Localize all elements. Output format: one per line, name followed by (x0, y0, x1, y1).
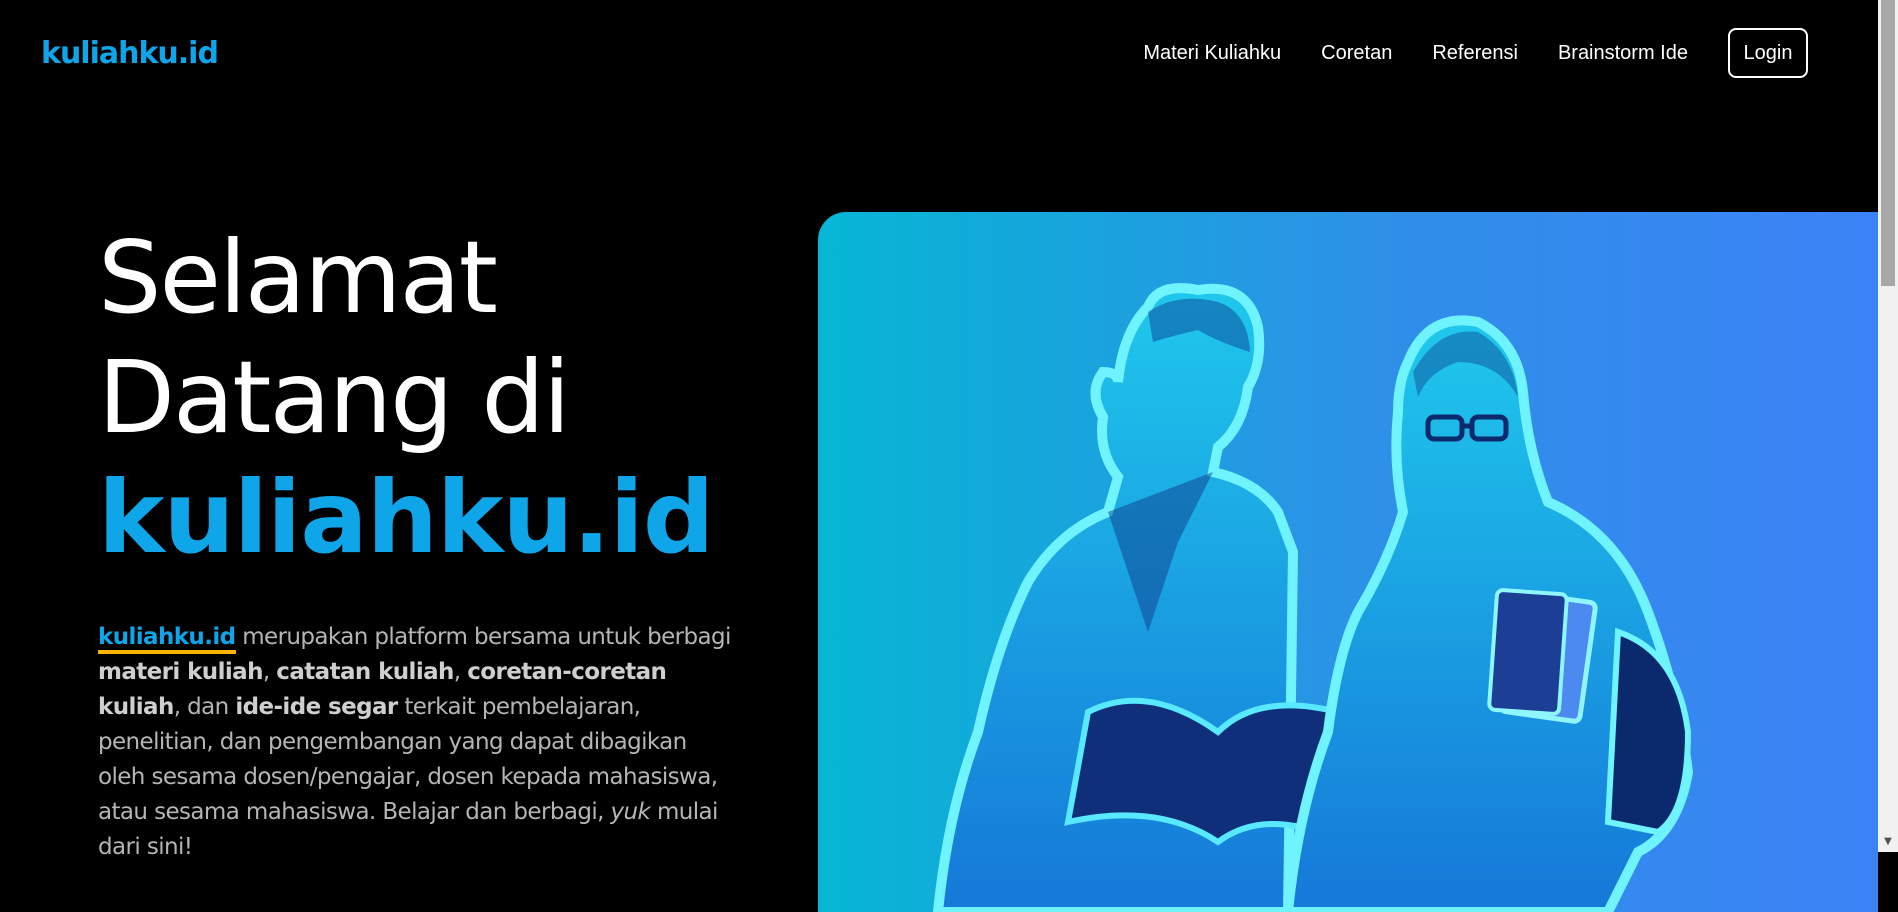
desc-text-3: , (453, 659, 468, 685)
chevron-down-icon[interactable]: ▼ (1878, 834, 1898, 850)
nav-coretan[interactable]: Coretan (1321, 42, 1392, 65)
desc-bold-ide: ide-ide segar (235, 694, 398, 720)
brand-link[interactable]: kuliahku.id (98, 624, 236, 654)
desc-text-1: merupakan platform bersama untuk berbagi (235, 624, 731, 650)
nav-materi-kuliahku[interactable]: Materi Kuliahku (1143, 42, 1281, 65)
desc-italic-yuk: yuk (610, 799, 651, 825)
main-nav: Materi Kuliahku Coretan Referensi Brains… (1143, 28, 1808, 78)
vertical-scrollbar[interactable]: ▼ (1878, 0, 1898, 852)
hero-title-line2: Datang di (98, 339, 571, 456)
desc-bold-catatan: catatan kuliah (276, 659, 454, 685)
hero-title: Selamat Datang di kuliahku.id (98, 218, 714, 578)
login-button[interactable]: Login (1728, 28, 1808, 78)
nav-referensi[interactable]: Referensi (1432, 42, 1518, 65)
desc-bold-materi: materi kuliah (98, 659, 263, 685)
desc-text-2: , (262, 659, 277, 685)
scrollbar-thumb[interactable] (1881, 0, 1895, 286)
students-illustration (932, 283, 1694, 912)
hero-title-brand: kuliahku.id (98, 459, 714, 576)
desc-text-4: , dan (173, 694, 236, 720)
site-logo[interactable]: kuliahku.id (41, 36, 219, 71)
hero-title-line1: Selamat (98, 219, 498, 336)
nav-brainstorm-ide[interactable]: Brainstorm Ide (1558, 42, 1688, 65)
female-student-figure (1282, 315, 1694, 912)
male-student-figure (932, 283, 1342, 912)
hero-image-panel (818, 212, 1878, 912)
hero-description: kuliahku.id merupakan platform bersama u… (98, 620, 738, 865)
